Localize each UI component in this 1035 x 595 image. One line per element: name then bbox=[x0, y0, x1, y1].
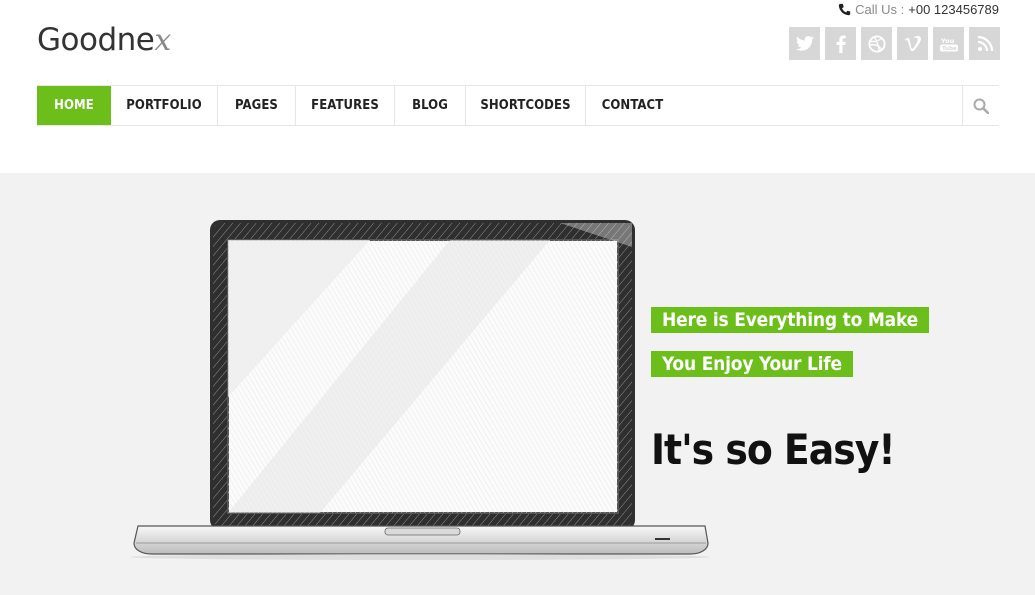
laptop-illustration bbox=[130, 220, 710, 560]
nav-label: PAGES bbox=[235, 98, 278, 113]
social-links: You Tube bbox=[789, 27, 1000, 60]
nav-item-contact[interactable]: CONTACT bbox=[586, 86, 679, 125]
hero-slider: Here is Everything to Make You Enjoy You… bbox=[0, 173, 1035, 595]
nav-label: BLOG bbox=[412, 98, 448, 113]
vimeo-icon[interactable] bbox=[897, 27, 928, 60]
twitter-icon[interactable] bbox=[789, 27, 820, 60]
site-logo[interactable]: Goodne x bbox=[37, 22, 171, 58]
nav-label: HOME bbox=[54, 98, 94, 113]
hero-tagline-2: You Enjoy Your Life bbox=[651, 351, 853, 377]
nav-item-blog[interactable]: BLOG bbox=[395, 86, 466, 125]
phone-icon bbox=[838, 3, 851, 16]
nav-label: CONTACT bbox=[601, 98, 664, 113]
facebook-icon[interactable] bbox=[825, 27, 856, 60]
nav-item-portfolio[interactable]: PORTFOLIO bbox=[111, 86, 218, 125]
nav-item-shortcodes[interactable]: SHORTCODES bbox=[466, 86, 586, 125]
logo-text: Goodne bbox=[37, 22, 155, 58]
nav-item-pages[interactable]: PAGES bbox=[218, 86, 296, 125]
dribbble-icon[interactable] bbox=[861, 27, 892, 60]
contact-bar: Call Us : +00 123456789 bbox=[838, 2, 999, 17]
hero-headline: It's so Easy! bbox=[651, 425, 896, 474]
nav-label: PORTFOLIO bbox=[126, 98, 202, 113]
svg-text:Tube: Tube bbox=[942, 46, 957, 52]
hero-tagline-1: Here is Everything to Make bbox=[651, 307, 930, 333]
logo-mark: x bbox=[154, 23, 171, 58]
phone-number[interactable]: +00 123456789 bbox=[908, 2, 999, 17]
nav-item-features[interactable]: FEATURES bbox=[296, 86, 395, 125]
svg-text:You: You bbox=[940, 37, 955, 45]
nav-label: FEATURES bbox=[311, 98, 379, 113]
youtube-icon[interactable]: You Tube bbox=[933, 27, 964, 60]
rss-icon[interactable] bbox=[969, 27, 1000, 60]
nav-item-home[interactable]: HOME bbox=[37, 86, 111, 125]
search-button[interactable] bbox=[962, 86, 999, 125]
call-label: Call Us : bbox=[855, 2, 905, 17]
main-nav: HOME PORTFOLIO PAGES FEATURES BLOG SHORT… bbox=[37, 85, 999, 126]
nav-label: SHORTCODES bbox=[480, 98, 571, 113]
search-icon bbox=[973, 98, 989, 114]
